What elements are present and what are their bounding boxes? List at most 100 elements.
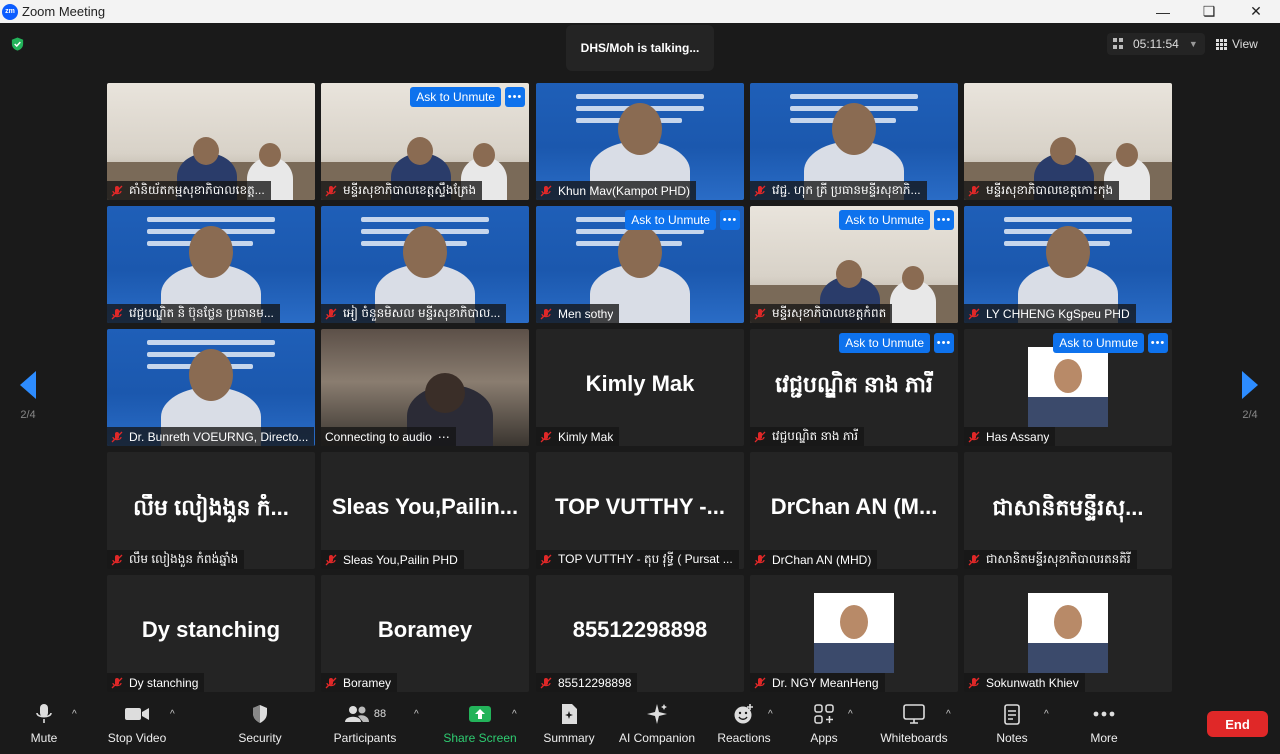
participant-tile[interactable]: LY CHHENG KgSpeu PHD (964, 206, 1172, 323)
reactions-button[interactable]: Reactions (716, 701, 772, 751)
participants-options-chevron-icon[interactable]: ^ (414, 709, 419, 720)
participant-tile[interactable]: អៀ ចំនួនមិសល មន្ទីរសុខាភិបាល... (321, 206, 529, 323)
close-icon[interactable]: ✕ (1233, 0, 1279, 23)
ask-to-unmute-button[interactable]: Ask to Unmute (625, 210, 716, 230)
minimize-icon[interactable]: — (1140, 0, 1186, 23)
participant-tile[interactable]: Connecting to audio ⋯ (321, 329, 529, 446)
participant-tile[interactable]: 85512298898 85512298898 (536, 575, 744, 692)
tile-more-options-icon[interactable]: ••• (934, 210, 954, 230)
summary-button[interactable]: Summary (540, 701, 598, 751)
participant-name-label: អៀ ចំនួនមិសល មន្ទីរសុខាភិបាល... (321, 304, 507, 323)
previous-page-button[interactable]: 2/4 (8, 371, 48, 421)
encryption-shield-icon[interactable] (10, 36, 25, 52)
tile-more-options-icon[interactable]: ••• (1148, 333, 1168, 353)
participant-name: ជាសានិតមន្ទីរសុខាភិបាលរតនគិរី (986, 551, 1131, 566)
mute-button[interactable]: Mute (24, 701, 64, 751)
meeting-timer[interactable]: 05:11:54 ▼ (1107, 33, 1205, 55)
page-indicator-right: 2/4 (1242, 409, 1258, 421)
muted-mic-icon (111, 677, 123, 688)
apps-options-chevron-icon[interactable]: ^ (848, 709, 853, 720)
participant-tile[interactable]: TOP VUTTHY -... TOP VUTTHY - តុប វុទ្ធី (… (536, 452, 744, 569)
participant-tile[interactable]: Ask to Unmute ••• មន្ទីរសុខាភិបាលខេត្តស្ទឹ… (321, 83, 529, 200)
participant-display-name: Kimly Mak (585, 371, 695, 396)
notes-button[interactable]: Notes (992, 701, 1032, 751)
participant-tile[interactable]: Dy stanching Dy stanching (107, 575, 315, 692)
whiteboards-button[interactable]: Whiteboards (876, 701, 952, 751)
page-indicator-left: 2/4 (20, 409, 36, 421)
participant-tile[interactable]: Ask to Unmute ••• Men sothy (536, 206, 744, 323)
muted-mic-icon (325, 308, 337, 319)
participant-tile[interactable]: Ask to Unmute ••• Has Assany (964, 329, 1172, 446)
ask-to-unmute-button[interactable]: Ask to Unmute (1053, 333, 1144, 353)
participant-name: Men sothy (558, 306, 614, 321)
ask-to-unmute-button[interactable]: Ask to Unmute (410, 87, 501, 107)
video-options-chevron-icon[interactable]: ^ (170, 709, 175, 720)
next-page-button[interactable]: 2/4 (1230, 371, 1270, 421)
participant-name-label: មន្ទីរសុខាភិបាលខេត្តស្ទឹងត្រែង (321, 181, 483, 200)
participant-tile[interactable]: Kimly Mak Kimly Mak (536, 329, 744, 446)
ask-to-unmute-button[interactable]: Ask to Unmute (839, 333, 930, 353)
apps-button[interactable]: Apps (806, 701, 842, 751)
ask-to-unmute-button[interactable]: Ask to Unmute (839, 210, 930, 230)
arrow-left-icon (20, 371, 36, 399)
participant-name-label: 85512298898 (536, 673, 638, 692)
whiteboards-options-chevron-icon[interactable]: ^ (946, 709, 951, 720)
muted-mic-icon (968, 554, 980, 565)
participant-tile[interactable]: គាំនិយ័តកម្មសុខាភិបាលខេត្ត... (107, 83, 315, 200)
timer-value: 05:11:54 (1133, 37, 1179, 51)
share-screen-label: Share Screen (443, 731, 517, 745)
more-button[interactable]: More (1084, 701, 1124, 751)
participant-tile[interactable]: Khun Mav(Kampot PHD) (536, 83, 744, 200)
view-label: View (1232, 37, 1258, 51)
notes-options-chevron-icon[interactable]: ^ (1044, 709, 1049, 720)
participant-name-label: Dr. Bunreth VOEURNG, Directo... (107, 427, 315, 446)
end-meeting-button[interactable]: End (1207, 711, 1268, 737)
participant-name: មន្ទីរសុខាភិបាលខេត្តកំពត (772, 305, 887, 320)
participant-display-name: វេជ្ជបណ្ឌិត នាង ភារី (775, 372, 933, 397)
participant-tile[interactable]: DrChan AN (M... DrChan AN (MHD) (750, 452, 958, 569)
participant-avatar (1028, 593, 1108, 673)
apps-icon (811, 701, 837, 727)
video-camera-icon (124, 701, 150, 727)
participant-tile[interactable]: ជាសានិតមន្ទីរសុ... ជាសានិតមន្ទីរសុខាភិបាល… (964, 452, 1172, 569)
tile-more-options-icon[interactable]: ••• (505, 87, 525, 107)
participant-tile[interactable]: Sleas You,Pailin... Sleas You,Pailin PHD (321, 452, 529, 569)
share-screen-button[interactable]: Share Screen (443, 701, 517, 751)
muted-mic-icon (325, 185, 337, 196)
mute-options-chevron-icon[interactable]: ^ (72, 709, 77, 720)
participant-tile[interactable]: លឹម លៀងងួន កំ... លឹម លៀងងួន កំពង់ឆ្នាំង (107, 452, 315, 569)
participants-button[interactable]: 88 Participants (332, 701, 398, 751)
participant-name-label: TOP VUTTHY - តុប វុទ្ធី ( Pursat ... (536, 550, 739, 569)
ai-companion-button[interactable]: AI Companion (616, 701, 698, 751)
participant-tile[interactable]: វេជ្ជ. ហុក គ្រី ប្រធានមន្ទីរសុខាភិ... (750, 83, 958, 200)
restore-icon[interactable]: ❏ (1186, 0, 1232, 23)
grid-view-icon (1216, 38, 1227, 50)
muted-mic-icon (754, 185, 766, 196)
participant-tile[interactable]: មន្ទីរសុខាភិបាលខេត្តកោះកុង (964, 83, 1172, 200)
participant-name-label: Men sothy (536, 304, 620, 323)
muted-mic-icon (111, 431, 123, 442)
participant-name: Sleas You,Pailin PHD (343, 552, 458, 567)
participant-name-label: Connecting to audio ⋯ (321, 427, 456, 446)
muted-mic-icon (540, 185, 552, 196)
reactions-options-chevron-icon[interactable]: ^ (768, 709, 773, 720)
more-label: More (1090, 731, 1118, 745)
share-options-chevron-icon[interactable]: ^ (512, 709, 517, 720)
view-button[interactable]: View (1216, 33, 1272, 55)
participant-tile[interactable]: Ask to Unmute ••• មន្ទីរសុខាភិបាលខេត្តកំពត (750, 206, 958, 323)
tile-more-options-icon[interactable]: ••• (720, 210, 740, 230)
participant-tile[interactable]: Dr. Bunreth VOEURNG, Directo... (107, 329, 315, 446)
participant-tile[interactable]: Sokunwath Khiev (964, 575, 1172, 692)
participant-avatar (1028, 347, 1108, 427)
stop-video-button[interactable]: Stop Video (104, 701, 170, 751)
participant-tile[interactable]: វេជ្ជបណ្ឌិត នាង ភារី Ask to Unmute ••• វេជ្… (750, 329, 958, 446)
video-gallery: 2/4 2/4 គាំនិយ័តកម្មសុខាភិបាលខេត្ត... Ask… (0, 71, 1280, 697)
participant-tile[interactable]: Boramey Boramey (321, 575, 529, 692)
participant-tile[interactable]: Dr. NGY MeanHeng (750, 575, 958, 692)
tile-more-options-icon[interactable]: ••• (934, 333, 954, 353)
security-button[interactable]: Security (236, 701, 284, 751)
participant-name: LY CHHENG KgSpeu PHD (986, 306, 1130, 321)
participant-name-label: គាំនិយ័តកម្មសុខាភិបាលខេត្ត... (107, 181, 271, 200)
participant-tile[interactable]: វេជ្ជបណ្ឌិត និ ប៊ុនថ្លែន ប្រធានម... (107, 206, 315, 323)
muted-mic-icon (111, 185, 123, 196)
